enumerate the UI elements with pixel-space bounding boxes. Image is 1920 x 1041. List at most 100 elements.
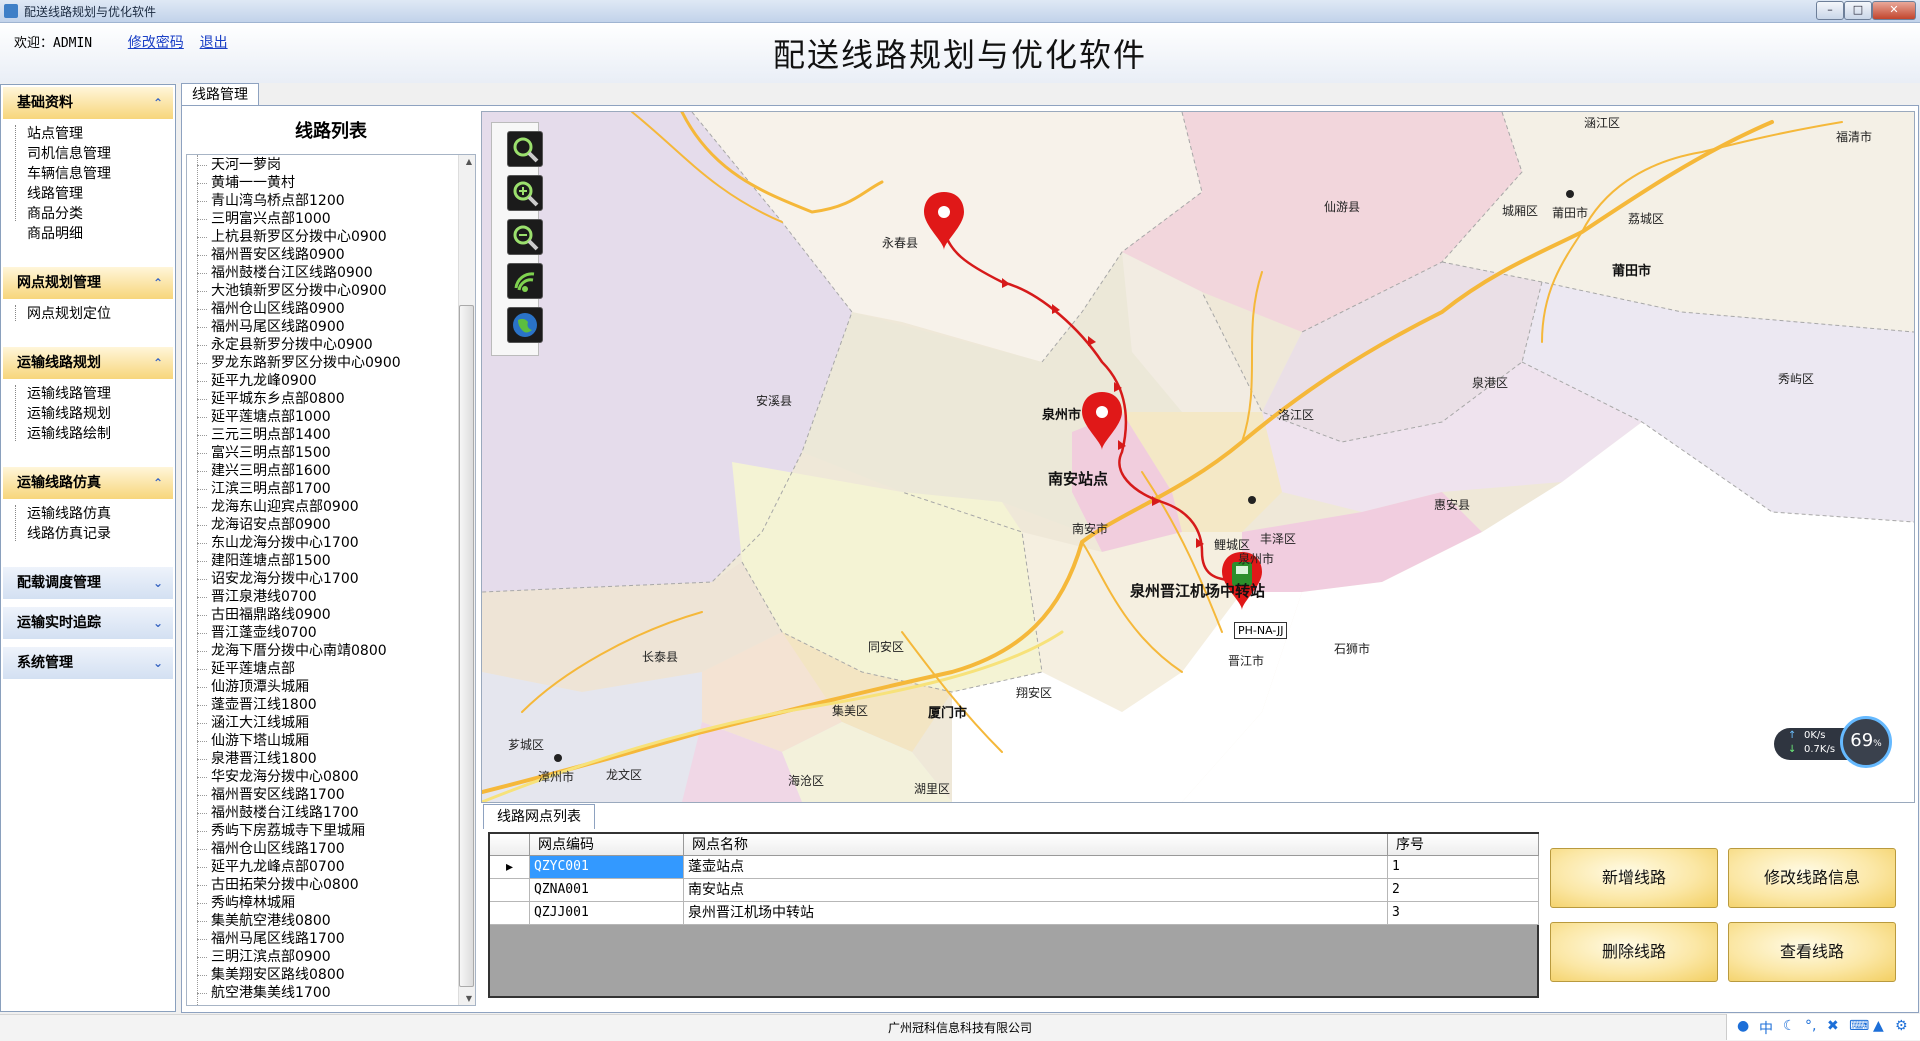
nav-item-route[interactable]: 线路管理 <box>27 183 83 203</box>
route-map[interactable]: 涵江区 福清市 仙游县 城厢区 莆田市 荔城区 莆田市 永春县 安溪县 泉州市 … <box>481 111 1915 803</box>
route-list-item[interactable]: 三明富兴点部1000 <box>197 210 331 228</box>
ime-chinese-icon[interactable]: 中 <box>1759 1018 1773 1038</box>
ime-punct-icon[interactable]: °, <box>1805 1018 1816 1034</box>
nav-section-system[interactable]: 系统管理 ⌄ <box>3 647 173 679</box>
route-list-item[interactable]: 秀屿樟林城厢 <box>197 894 295 912</box>
route-list-item[interactable]: 集美航空港线0800 <box>197 912 331 930</box>
grid-cell-name[interactable]: 泉州晋江机场中转站 <box>684 902 1388 925</box>
route-list-item[interactable]: 福州仓山区线路1700 <box>197 840 345 858</box>
nav-item-simulation-record[interactable]: 线路仿真记录 <box>27 523 111 543</box>
route-list-item[interactable]: 华安龙海分拨中心0800 <box>197 768 359 786</box>
nav-item-goods-category[interactable]: 商品分类 <box>27 203 83 223</box>
scroll-up-icon[interactable]: ▲ <box>466 157 472 166</box>
route-list-item[interactable]: 晋江蓬壶线0700 <box>197 624 317 642</box>
delete-route-button[interactable]: 删除线路 <box>1550 922 1718 982</box>
route-list-item[interactable]: 黄埔一一黄村 <box>197 174 295 192</box>
tab-route-manage[interactable]: 线路管理 <box>181 83 259 106</box>
view-route-button[interactable]: 查看线路 <box>1728 922 1896 982</box>
nav-item-transport-plan[interactable]: 运输线路规划 <box>27 403 111 423</box>
route-list-item[interactable]: 福州鼓楼台江区线路0900 <box>197 264 373 282</box>
zoom-in-icon[interactable] <box>507 175 543 211</box>
route-list-scrollbar[interactable]: ▲ ▼ <box>458 155 475 1005</box>
route-list-item[interactable]: 诏安龙海分拨中心1700 <box>197 570 359 588</box>
points-grid[interactable]: 网点编码 网点名称 序号 ▸ QZYC001 蓬壶站点 1 QZNA001 南安… <box>488 832 1539 998</box>
grid-row-header[interactable] <box>490 902 530 925</box>
nav-section-simulation[interactable]: 运输线路仿真 ⌃ <box>3 467 173 499</box>
scroll-down-icon[interactable]: ▼ <box>466 994 472 1003</box>
scroll-thumb[interactable] <box>459 305 474 987</box>
ime-keyboard-icon[interactable]: ⌨ <box>1849 1018 1869 1034</box>
nav-section-tracking[interactable]: 运输实时追踪 ⌄ <box>3 607 173 639</box>
route-list-item[interactable]: 延平莲塘点部 <box>197 660 295 678</box>
route-list-item[interactable]: 永定县新罗分拨中心0900 <box>197 336 373 354</box>
route-list-item[interactable]: 建兴三明点部1600 <box>197 462 331 480</box>
route-list-item[interactable]: 三明江滨点部0900 <box>197 948 331 966</box>
route-list-item[interactable]: 集美翔安区路线0800 <box>197 966 345 984</box>
route-list[interactable]: 天河一萝岗 黄埔一一黄村 青山湾乌桥点部1200 三明富兴点部1000 上杭县新罗区分拨… <box>186 154 476 1006</box>
route-list-item[interactable]: 航空港集美线1700 <box>197 984 331 1002</box>
grid-col-name[interactable]: 网点名称 <box>684 834 1388 856</box>
ime-settings-icon[interactable]: ⚙ <box>1895 1018 1908 1034</box>
row-pointer-icon[interactable]: ▸ <box>490 856 530 879</box>
route-list-item[interactable]: 福州鼓楼台江线路1700 <box>197 804 359 822</box>
grid-row-header[interactable] <box>490 879 530 902</box>
route-list-item[interactable]: 延平九龙峰点部0700 <box>197 858 345 876</box>
grid-cell-code[interactable]: QZJJ001 <box>530 902 684 925</box>
route-list-item[interactable]: 延平九龙峰0900 <box>197 372 317 390</box>
route-list-item[interactable]: 泉港晋江线1800 <box>197 750 317 768</box>
zoom-out-icon[interactable] <box>507 219 543 255</box>
route-list-item[interactable]: 上杭县新罗区分拨中心0900 <box>197 228 387 246</box>
route-list-item[interactable]: 仙游下塔山城厢 <box>197 732 309 750</box>
tab-route-points[interactable]: 线路网点列表 <box>483 804 595 829</box>
route-list-item[interactable]: 晋江泉港线0700 <box>197 588 317 606</box>
grid-cell-seq[interactable]: 3 <box>1388 902 1539 925</box>
route-list-item[interactable]: 龙海东山迎宾点部0900 <box>197 498 359 516</box>
nav-item-goods-detail[interactable]: 商品明细 <box>27 223 83 243</box>
vehicle-tag[interactable]: PH-NA-JJ <box>1234 622 1288 639</box>
route-list-item[interactable]: 龙海诏安点部0900 <box>197 516 331 534</box>
close-button[interactable]: ✕ <box>1872 1 1916 20</box>
route-list-item[interactable]: 秀屿下房荔城寺下里城厢 <box>197 822 365 840</box>
nav-section-transport-plan[interactable]: 运输线路规划 ⌃ <box>3 347 173 379</box>
route-list-item[interactable]: 涵江大江线城厢 <box>197 714 309 732</box>
route-list-item[interactable]: 江滨三明点部1700 <box>197 480 331 498</box>
signal-icon[interactable] <box>507 263 543 299</box>
route-list-item[interactable]: 古田福鼎路线0900 <box>197 606 331 624</box>
route-list-item[interactable]: 延平莲塘点部1000 <box>197 408 331 426</box>
route-list-item[interactable]: 福州晋安区线路0900 <box>197 246 345 264</box>
add-route-button[interactable]: 新增线路 <box>1550 848 1718 908</box>
grid-cell-seq[interactable]: 2 <box>1388 879 1539 902</box>
nav-item-transport-draw[interactable]: 运输线路绘制 <box>27 423 111 443</box>
ime-logo-icon[interactable]: ● <box>1737 1018 1749 1034</box>
edit-route-button[interactable]: 修改线路信息 <box>1728 848 1896 908</box>
route-list-item[interactable]: 福州晋安区线路1700 <box>197 786 345 804</box>
route-list-item[interactable]: 古田拓荣分拨中心0800 <box>197 876 359 894</box>
route-list-item[interactable]: 福州仓山区线路0900 <box>197 300 345 318</box>
route-list-item[interactable]: 建阳莲塘点部1500 <box>197 552 331 570</box>
grid-col-code[interactable]: 网点编码 <box>530 834 684 856</box>
ime-moon-icon[interactable]: ☾ <box>1783 1018 1796 1034</box>
nav-item-vehicle[interactable]: 车辆信息管理 <box>27 163 111 183</box>
route-list-item[interactable]: 仙游顶潭头城厢 <box>197 678 309 696</box>
grid-cell-seq[interactable]: 1 <box>1388 856 1539 879</box>
minimize-button[interactable]: – <box>1816 1 1844 20</box>
nav-item-driver[interactable]: 司机信息管理 <box>27 143 111 163</box>
route-list-item[interactable]: 罗龙东路新罗区分拨中心0900 <box>197 354 401 372</box>
ime-tools-icon[interactable]: ✖ <box>1827 1018 1839 1034</box>
route-list-item[interactable]: 三元三明点部1400 <box>197 426 331 444</box>
globe-icon[interactable] <box>507 307 543 343</box>
nav-section-network[interactable]: 网点规划管理 ⌃ <box>3 267 173 299</box>
nav-item-site[interactable]: 站点管理 <box>27 123 83 143</box>
pan-search-icon[interactable] <box>507 131 543 167</box>
nav-item-network-locate[interactable]: 网点规划定位 <box>27 303 111 323</box>
route-list-item[interactable]: 福州马尾区线路0900 <box>197 318 345 336</box>
route-list-item[interactable]: 大池镇新罗区分拨中心0900 <box>197 282 387 300</box>
route-list-item[interactable]: 富兴三明点部1500 <box>197 444 331 462</box>
maximize-button[interactable]: □ <box>1844 1 1872 20</box>
grid-cell-name[interactable]: 蓬壶站点 <box>684 856 1388 879</box>
nav-section-basic[interactable]: 基础资料 ⌃ <box>3 87 173 119</box>
nav-section-dispatch[interactable]: 配载调度管理 ⌄ <box>3 567 173 599</box>
route-list-item[interactable]: 福州马尾区线路1700 <box>197 930 345 948</box>
grid-cell-code[interactable]: QZNA001 <box>530 879 684 902</box>
route-list-item[interactable]: 天河一萝岗 <box>197 156 281 174</box>
